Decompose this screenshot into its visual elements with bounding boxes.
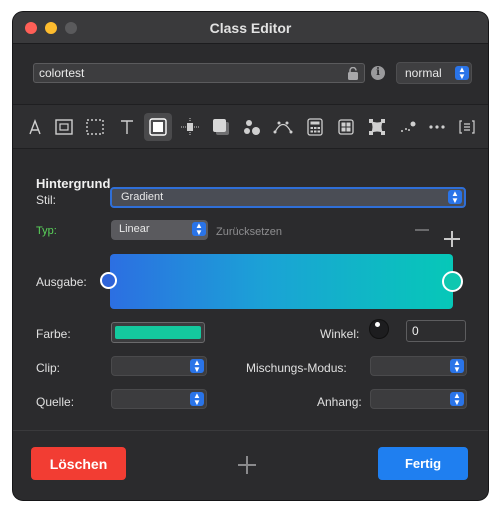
typography-icon[interactable] — [21, 113, 49, 141]
dashed-rectangle-icon[interactable] — [81, 113, 109, 141]
divider — [13, 430, 488, 431]
chevron-updown-icon: ▲ ▼ — [450, 359, 464, 374]
blend-mode-label: Mischungs-Modus: — [246, 361, 347, 375]
chevron-updown-icon: ▲ ▼ — [192, 222, 206, 237]
gradient-fill-icon[interactable] — [144, 113, 172, 141]
text-icon[interactable] — [113, 113, 141, 141]
grid-icon[interactable] — [332, 113, 360, 141]
color-label: Farbe: — [36, 327, 71, 341]
shapes-icon[interactable] — [238, 113, 266, 141]
section-title-background: Hintergrund — [36, 176, 111, 191]
gradient-stop-start-handle[interactable] — [100, 272, 117, 289]
chevron-updown-icon: ▲ ▼ — [448, 190, 462, 205]
distort-icon[interactable] — [363, 113, 391, 141]
gradient-preview[interactable] — [110, 254, 453, 309]
color-swatch-fill — [115, 326, 201, 339]
rectangle-icon[interactable] — [50, 113, 78, 141]
attachment-select[interactable]: ▲ ▼ — [370, 389, 467, 409]
output-label: Ausgabe: — [36, 275, 87, 289]
title-bar[interactable]: Class Editor — [13, 12, 488, 44]
blend-mode-select[interactable]: ▲ ▼ — [370, 356, 467, 376]
delete-button[interactable]: Löschen — [31, 447, 126, 480]
mode-select[interactable]: normal ▲ ▼ — [396, 62, 472, 84]
lock-icon[interactable] — [346, 67, 360, 80]
color-swatch[interactable] — [111, 322, 205, 343]
type-select[interactable]: Linear ▲ ▼ — [111, 220, 208, 240]
add-stop-plus-icon[interactable] — [444, 231, 460, 247]
chevron-updown-icon: ▲ ▼ — [190, 359, 204, 374]
add-plus-icon[interactable] — [238, 456, 256, 474]
remove-stop-minus-icon[interactable] — [415, 229, 429, 231]
reset-link[interactable]: Zurücksetzen — [216, 226, 282, 238]
type-select-value: Linear — [119, 223, 150, 235]
shadow-icon[interactable] — [207, 113, 235, 141]
chevron-updown-icon: ▲ ▼ — [190, 392, 204, 407]
window-title: Class Editor — [209, 20, 292, 36]
clip-select[interactable]: ▲ ▼ — [111, 356, 207, 376]
align-icon[interactable] — [176, 113, 204, 141]
style-select[interactable]: Gradient ▲ ▼ — [110, 187, 466, 208]
done-button[interactable]: Fertig — [378, 447, 468, 480]
more-icon[interactable] — [423, 113, 451, 141]
mode-select-value: normal — [405, 66, 442, 80]
info-icon[interactable]: i — [371, 66, 385, 80]
type-label: Typ: — [36, 225, 57, 237]
style-select-value: Gradient — [121, 191, 164, 203]
attachment-label: Anhang: — [317, 395, 362, 409]
angle-label: Winkel: — [320, 327, 360, 341]
list-icon[interactable] — [453, 113, 481, 141]
class-editor-window: Class Editor colortest i normal ▲ ▼ Hint… — [13, 12, 488, 500]
style-label: Stil: — [36, 193, 57, 207]
chevron-updown-icon: ▲ ▼ — [450, 392, 464, 407]
source-label: Quelle: — [36, 395, 75, 409]
class-name-value: colortest — [39, 66, 85, 80]
path-icon[interactable] — [269, 113, 297, 141]
class-name-field[interactable]: colortest — [33, 63, 365, 83]
source-select[interactable]: ▲ ▼ — [111, 389, 207, 409]
angle-input[interactable]: 0 — [406, 320, 466, 342]
gradient-stop-end-handle[interactable] — [442, 271, 463, 292]
particles-icon[interactable] — [394, 113, 422, 141]
clip-label: Clip: — [36, 361, 61, 375]
calculator-icon[interactable] — [301, 113, 329, 141]
angle-value: 0 — [412, 324, 419, 338]
chevron-updown-icon: ▲ ▼ — [455, 66, 469, 81]
tool-bar — [13, 105, 488, 149]
angle-knob[interactable] — [369, 319, 389, 339]
